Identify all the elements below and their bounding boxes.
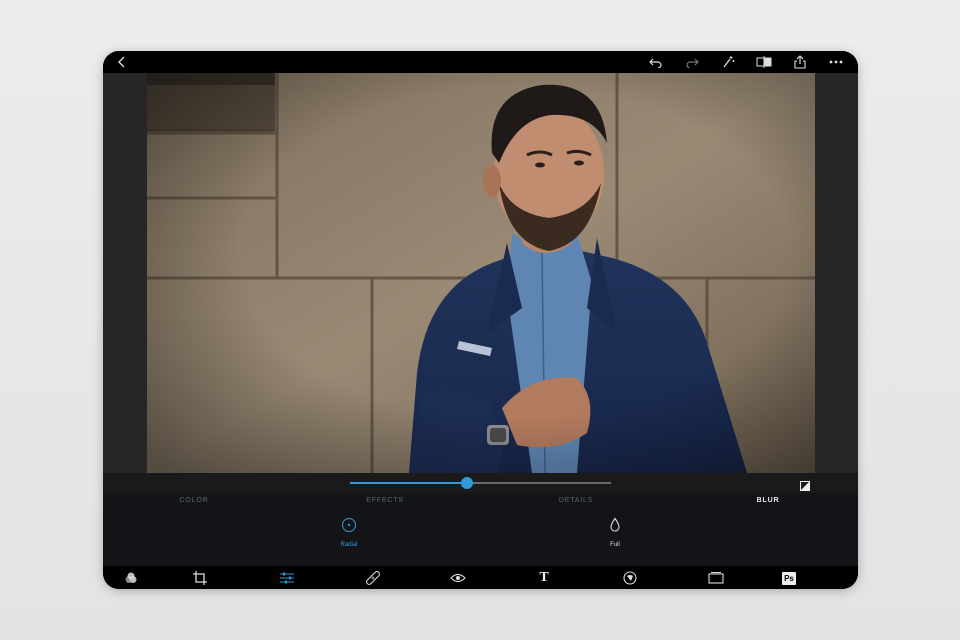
magic-wand-icon[interactable] bbox=[710, 53, 746, 71]
photoshop-icon[interactable]: Ps bbox=[781, 570, 797, 586]
before-after-icon[interactable] bbox=[800, 478, 810, 491]
tab-effects[interactable]: EFFECTS bbox=[366, 497, 404, 504]
more-icon[interactable] bbox=[818, 53, 854, 71]
ps-badge: Ps bbox=[782, 571, 796, 585]
text-icon[interactable]: T bbox=[536, 570, 552, 586]
tab-blur[interactable]: BLUR bbox=[757, 497, 780, 504]
radial-blur-icon bbox=[341, 517, 357, 533]
intensity-slider-row bbox=[103, 473, 858, 493]
canvas-area bbox=[103, 73, 858, 473]
undo-icon[interactable] bbox=[638, 53, 674, 71]
blur-option-radial[interactable]: Radial bbox=[319, 517, 379, 557]
top-toolbar bbox=[103, 51, 858, 73]
full-blur-drop-icon bbox=[607, 517, 623, 533]
crop-icon[interactable] bbox=[192, 570, 208, 586]
bottom-toolbar: T Ps bbox=[103, 566, 858, 589]
tab-details[interactable]: DETAILS bbox=[559, 497, 593, 504]
edited-photo[interactable] bbox=[147, 73, 815, 473]
red-eye-icon[interactable] bbox=[450, 570, 466, 586]
slider-fill bbox=[350, 482, 468, 484]
looks-icon[interactable] bbox=[123, 570, 139, 586]
blur-option-label: Full bbox=[610, 542, 620, 548]
app-window: COLOR EFFECTS DETAILS BLUR Radial Full T… bbox=[103, 51, 858, 589]
blur-option-label: Radial bbox=[340, 542, 358, 548]
healing-bandage-icon[interactable] bbox=[365, 570, 381, 586]
adjustments-icon[interactable] bbox=[279, 570, 295, 586]
top-tools bbox=[638, 53, 854, 71]
borders-icon[interactable] bbox=[708, 570, 724, 586]
share-icon[interactable] bbox=[782, 53, 818, 71]
adjustment-panel: COLOR EFFECTS DETAILS BLUR Radial Full bbox=[103, 493, 858, 566]
compare-split-icon[interactable] bbox=[746, 53, 782, 71]
blur-option-full[interactable]: Full bbox=[585, 517, 645, 557]
tab-color[interactable]: COLOR bbox=[180, 497, 209, 504]
slider-thumb[interactable] bbox=[461, 477, 474, 489]
stickers-icon[interactable] bbox=[622, 570, 638, 586]
redo-icon[interactable] bbox=[674, 53, 710, 71]
category-tabs: COLOR EFFECTS DETAILS BLUR bbox=[103, 497, 858, 511]
intensity-slider[interactable] bbox=[350, 477, 611, 489]
back-chevron-icon[interactable] bbox=[115, 55, 129, 69]
